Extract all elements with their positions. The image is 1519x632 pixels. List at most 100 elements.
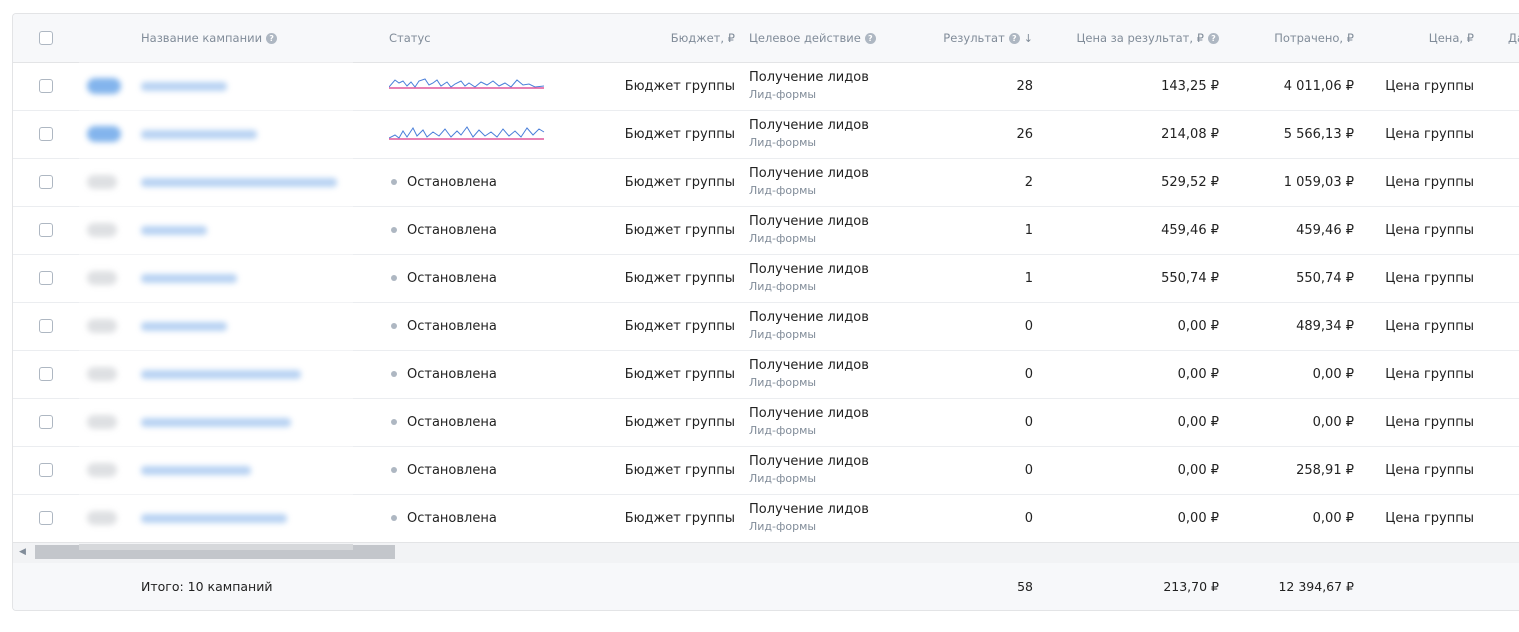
- col-header-cost[interactable]: Цена за результат, ₽ ?: [1043, 14, 1219, 62]
- campaign-name-redacted[interactable]: [141, 81, 227, 91]
- col-header-next-label: Да: [1508, 31, 1519, 45]
- campaign-toggle[interactable]: [87, 126, 121, 142]
- campaign-name-cell[interactable]: [141, 62, 351, 110]
- status-cell: Остановлена: [389, 206, 559, 254]
- campaign-name-cell[interactable]: [141, 110, 351, 158]
- cost-per-result-cell: 143,25 ₽: [1161, 78, 1219, 94]
- row-checkbox-cell: [39, 206, 55, 254]
- question-circle-icon[interactable]: ?: [1008, 32, 1020, 44]
- campaign-name-redacted[interactable]: [141, 129, 257, 139]
- row-checkbox[interactable]: [39, 127, 53, 141]
- status-text: Остановлена: [407, 222, 497, 238]
- campaign-name-redacted[interactable]: [141, 417, 291, 427]
- row-checkbox[interactable]: [39, 511, 53, 525]
- table-row[interactable]: Остановлена Бюджет группы Получение лидов Л…: [13, 446, 1519, 495]
- campaign-name-cell[interactable]: [141, 350, 351, 398]
- campaign-name-cell[interactable]: [141, 254, 351, 302]
- table-row[interactable]: Остановлена Бюджет группы Получение лидов Л…: [13, 302, 1519, 351]
- col-header-price[interactable]: Цена, ₽: [1373, 14, 1474, 62]
- row-checkbox[interactable]: [39, 271, 53, 285]
- col-header-spent[interactable]: Потрачено, ₽: [1233, 14, 1354, 62]
- campaigns-table: Название кампании ? Статус Бюджет, ₽ Цел…: [12, 13, 1519, 611]
- campaign-toggle[interactable]: [87, 367, 117, 381]
- footer-spent: 12 394,67 ₽: [1278, 579, 1354, 594]
- cost-per-result-cell: 0,00 ₽: [1177, 318, 1219, 334]
- goal-sub-text: Лид-формы: [749, 424, 817, 437]
- table-row[interactable]: Остановлена Бюджет группы Получение лидов Л…: [13, 158, 1519, 207]
- campaign-name-redacted[interactable]: [141, 321, 227, 331]
- row-checkbox[interactable]: [39, 175, 53, 189]
- campaign-name-redacted[interactable]: [141, 513, 287, 523]
- price-cell: Цена группы: [1385, 78, 1474, 94]
- result-cell: 0: [1024, 462, 1033, 478]
- campaign-toggle[interactable]: [87, 271, 117, 285]
- sort-desc-icon[interactable]: ↓: [1024, 32, 1033, 45]
- campaign-name-redacted[interactable]: [141, 273, 237, 283]
- col-header-name[interactable]: Название кампании ?: [141, 14, 361, 62]
- campaign-toggle[interactable]: [87, 511, 117, 525]
- status-cell: Остановлена: [389, 254, 559, 302]
- campaign-name-cell[interactable]: [141, 206, 351, 254]
- campaign-name-cell[interactable]: [141, 494, 351, 542]
- budget-cell: Бюджет группы: [624, 174, 735, 190]
- row-checkbox-cell: [39, 302, 55, 350]
- campaign-name-redacted[interactable]: [141, 369, 301, 379]
- select-all-checkbox[interactable]: [39, 31, 53, 45]
- campaign-name-cell[interactable]: [141, 398, 351, 446]
- campaign-name-redacted[interactable]: [141, 225, 207, 235]
- table-row[interactable]: Остановлена Бюджет группы Получение лидов Л…: [13, 398, 1519, 447]
- status-dot-icon: [391, 371, 397, 377]
- price-cell: Цена группы: [1385, 414, 1474, 430]
- status-dot-icon: [391, 227, 397, 233]
- campaign-name-cell[interactable]: [141, 446, 351, 494]
- question-circle-icon[interactable]: ?: [266, 32, 278, 44]
- scroll-left-arrow-icon[interactable]: ◀: [19, 547, 26, 557]
- campaign-toggle[interactable]: [87, 415, 117, 429]
- result-cell: 1: [1024, 222, 1033, 238]
- table-row[interactable]: Бюджет группы Получение лидов Лид-формы 28 1…: [13, 62, 1519, 111]
- col-header-result-label: Результат: [943, 31, 1005, 45]
- table-row[interactable]: Остановлена Бюджет группы Получение лидов Л…: [13, 254, 1519, 303]
- spent-cell: 550,74 ₽: [1296, 270, 1354, 286]
- row-checkbox[interactable]: [39, 223, 53, 237]
- row-checkbox[interactable]: [39, 79, 53, 93]
- campaign-name-redacted[interactable]: [141, 465, 251, 475]
- table-row[interactable]: Бюджет группы Получение лидов Лид-формы 26 2…: [13, 110, 1519, 159]
- price-cell: Цена группы: [1385, 510, 1474, 526]
- campaign-name-cell[interactable]: [141, 158, 351, 206]
- campaign-toggle[interactable]: [87, 463, 117, 477]
- goal-sub-text: Лид-формы: [749, 184, 817, 197]
- row-checkbox[interactable]: [39, 463, 53, 477]
- campaign-toggle[interactable]: [87, 319, 117, 333]
- campaign-toggle[interactable]: [87, 78, 121, 94]
- goal-cell: Получение лидов Лид-формы: [749, 446, 899, 494]
- status-dot-icon: [391, 419, 397, 425]
- table-footer: Итого: 10 кампаний 58 213,70 ₽ 12 394,67…: [13, 563, 1519, 610]
- status-sparkline: [389, 78, 545, 89]
- status-text: Остановлена: [407, 510, 497, 526]
- table-row[interactable]: Остановлена Бюджет группы Получение лидов Л…: [13, 206, 1519, 255]
- campaign-toggle-cell: [87, 494, 127, 542]
- table-row[interactable]: Остановлена Бюджет группы Получение лидов Л…: [13, 494, 1519, 543]
- goal-main-text: Получение лидов: [749, 118, 869, 133]
- budget-cell: Бюджет группы: [624, 462, 735, 478]
- campaign-toggle[interactable]: [87, 223, 117, 237]
- campaign-toggle[interactable]: [87, 175, 117, 189]
- budget-cell: Бюджет группы: [624, 270, 735, 286]
- campaign-name-redacted[interactable]: [141, 177, 337, 187]
- campaign-name-cell[interactable]: [141, 302, 351, 350]
- col-header-budget[interactable]: Бюджет, ₽: [573, 14, 735, 62]
- cost-per-result-cell: 0,00 ₽: [1177, 462, 1219, 478]
- question-circle-icon[interactable]: ?: [1208, 32, 1219, 44]
- question-circle-icon[interactable]: ?: [864, 32, 876, 44]
- col-header-status[interactable]: Статус: [389, 14, 509, 62]
- status-sparkline: [389, 126, 545, 140]
- goal-main-text: Получение лидов: [749, 310, 869, 325]
- row-checkbox[interactable]: [39, 367, 53, 381]
- cost-per-result-cell: 529,52 ₽: [1161, 174, 1219, 190]
- row-checkbox[interactable]: [39, 415, 53, 429]
- row-checkbox[interactable]: [39, 319, 53, 333]
- col-header-next[interactable]: Да: [1508, 14, 1519, 62]
- col-header-result[interactable]: Результат ? ↓: [893, 14, 1033, 62]
- table-row[interactable]: Остановлена Бюджет группы Получение лидов Л…: [13, 350, 1519, 399]
